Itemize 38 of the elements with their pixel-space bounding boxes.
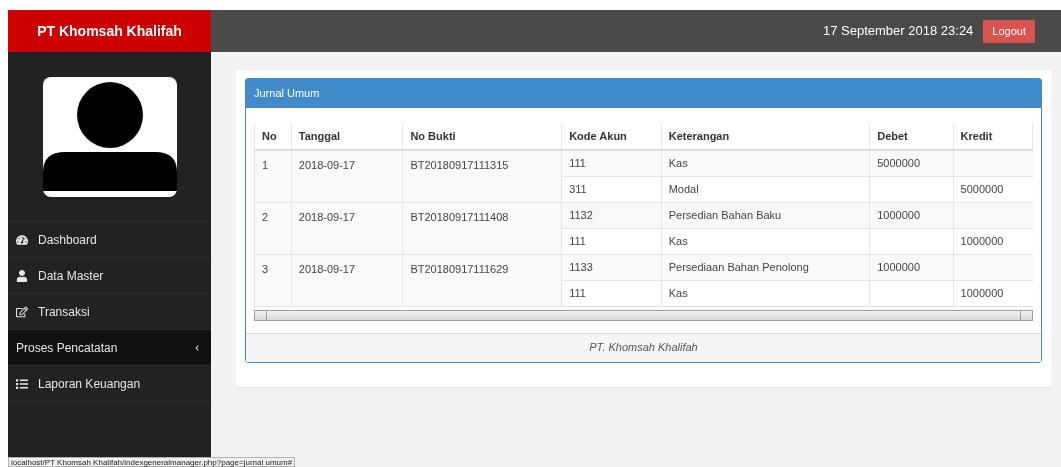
edit-icon	[16, 305, 28, 318]
table-cell: 1	[254, 150, 292, 202]
panel-footer: PT. Khomsah Khalifah	[246, 332, 1041, 362]
table-cell: 311	[561, 176, 662, 202]
logout-button[interactable]: Logout	[983, 19, 1035, 43]
table-cell: BT20180917111315	[402, 150, 562, 202]
panel-title: Jurnal Umum	[246, 79, 1041, 108]
table-cell: 3	[254, 254, 292, 306]
avatar-icon	[42, 76, 177, 197]
horizontal-scrollbar[interactable]	[254, 309, 1033, 321]
table-cell: Persediaan Bahan Penolong	[661, 254, 870, 280]
table-cell: 1132	[561, 202, 662, 228]
table-cell: 1133	[561, 254, 662, 280]
user-icon	[16, 269, 28, 282]
status-bar: localhost/PT Khomsah Khalifah/indexgeneralmanager.php?page=jurnal umum#	[8, 457, 296, 467]
table-cell: Kas	[661, 228, 870, 254]
table-cell: 1000000	[869, 254, 954, 280]
table-cell: Kas	[661, 280, 870, 306]
table-cell: Modal	[661, 176, 870, 202]
table-cell: 2	[254, 202, 292, 254]
date-time: 17 September 2018 23:24	[823, 22, 974, 41]
table-cell: 2018-09-17	[291, 202, 403, 254]
table-cell: 1000000	[869, 202, 954, 228]
table-cell: Kas	[661, 150, 870, 176]
table-cell: 111	[561, 150, 662, 176]
table-cell: BT20180917111629	[402, 254, 562, 306]
table-cell: 2018-09-17	[291, 150, 403, 202]
list-icon	[16, 377, 28, 390]
table-cell: 111	[561, 228, 662, 254]
chevron-icon	[194, 344, 200, 351]
table-cell: 5000000	[869, 150, 954, 176]
table-cell: 2018-09-17	[291, 254, 403, 306]
brand-title: PT Khomsah Khalifah	[8, 10, 211, 52]
table-cell: BT20180917111408	[402, 202, 562, 254]
table-cell: 111	[561, 280, 662, 306]
gauge-icon	[16, 233, 28, 246]
table-cell: Persedian Bahan Baku	[661, 202, 870, 228]
sidebar-item[interactable]: Proses Pencatatan	[8, 330, 211, 366]
